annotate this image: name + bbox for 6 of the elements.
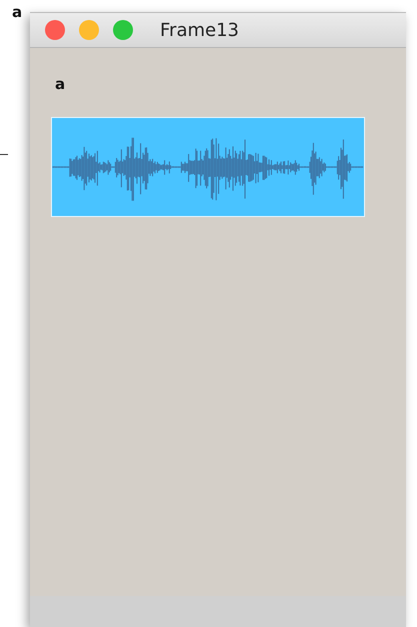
label-text: a: [55, 76, 66, 92]
label-text: a: [12, 4, 22, 20]
minimize-button[interactable]: [79, 20, 99, 40]
window-title: Frame13: [160, 20, 239, 40]
close-button[interactable]: [45, 20, 65, 40]
zoom-button[interactable]: [113, 20, 133, 40]
